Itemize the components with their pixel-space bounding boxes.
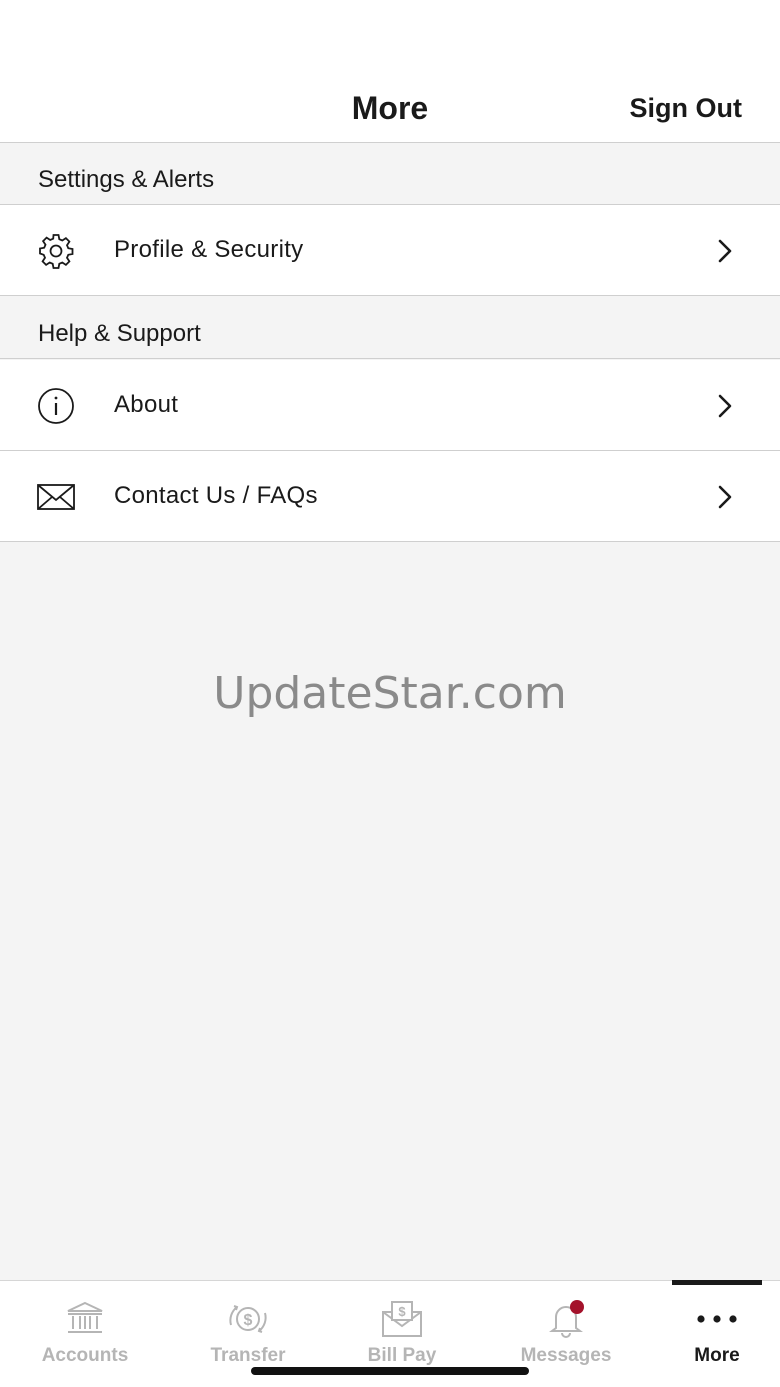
info-icon xyxy=(36,386,76,426)
section-title: Settings & Alerts xyxy=(38,166,215,193)
home-indicator xyxy=(251,1367,529,1375)
envelope-icon xyxy=(36,477,76,517)
menu-item-contact-faqs[interactable]: Contact Us / FAQs xyxy=(0,451,780,542)
top-navigation-bar: More Sign Out xyxy=(0,0,780,143)
chevron-right-icon xyxy=(718,485,732,509)
tab-label: More xyxy=(694,1345,740,1366)
bill-envelope-icon: $ xyxy=(324,1299,480,1339)
tab-label: Accounts xyxy=(41,1345,129,1366)
bell-icon xyxy=(488,1299,644,1339)
svg-text:$: $ xyxy=(244,1312,253,1329)
more-dots-icon xyxy=(639,1299,780,1339)
section-header-settings-alerts: Settings & Alerts xyxy=(0,143,780,205)
tab-more[interactable]: More xyxy=(639,1281,780,1387)
notification-badge-dot xyxy=(570,1300,584,1314)
transfer-dollar-icon: $ xyxy=(170,1299,326,1339)
sign-out-button[interactable]: Sign Out xyxy=(630,90,742,126)
svg-text:$: $ xyxy=(398,1304,406,1319)
menu-item-label: Profile & Security xyxy=(114,236,304,263)
section-header-help-support: Help & Support xyxy=(0,297,780,359)
menu-item-profile-security[interactable]: Profile & Security xyxy=(0,205,780,296)
chevron-right-icon xyxy=(718,394,732,418)
gear-icon xyxy=(36,231,76,271)
section-title: Help & Support xyxy=(38,320,201,347)
tab-label: Messages xyxy=(520,1345,612,1366)
menu-item-label: Contact Us / FAQs xyxy=(114,482,318,509)
watermark-text: UpdateStar.com xyxy=(213,668,567,719)
chevron-right-icon xyxy=(718,239,732,263)
bank-icon xyxy=(7,1299,163,1339)
tab-label: Transfer xyxy=(210,1345,286,1366)
menu-item-label: About xyxy=(114,391,179,418)
tab-label: Bill Pay xyxy=(367,1345,437,1366)
tab-accounts[interactable]: Accounts xyxy=(7,1281,163,1387)
menu-item-about[interactable]: About xyxy=(0,360,780,451)
